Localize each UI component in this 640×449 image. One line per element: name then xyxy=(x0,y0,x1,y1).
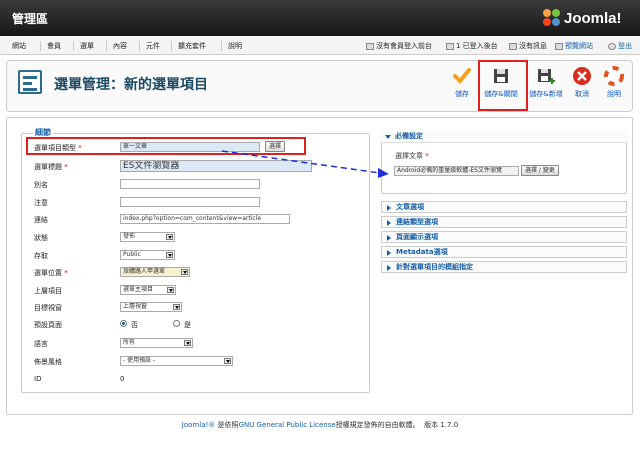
annotation-arrow xyxy=(221,150,389,178)
gpl-license-link[interactable]: GNU General Public License xyxy=(239,421,336,429)
version-text: 版本 1.7.0 xyxy=(424,421,459,429)
joomla-link[interactable]: Joomla!® xyxy=(182,421,216,429)
footer: Joomla!® 是依照GNU General Public License授權… xyxy=(181,421,459,429)
